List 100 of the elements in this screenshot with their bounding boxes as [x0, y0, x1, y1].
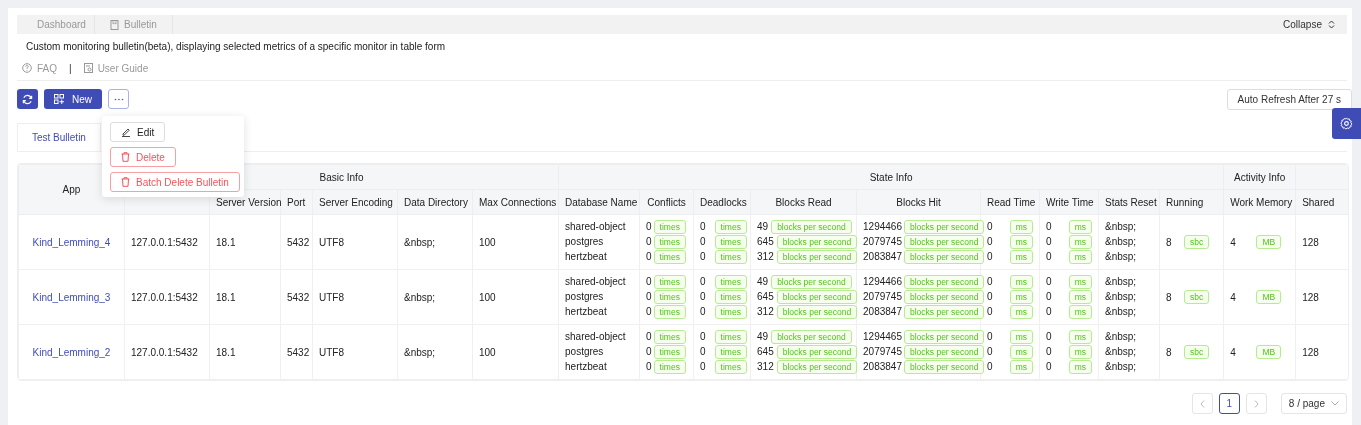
- unit-tag: times: [714, 220, 747, 234]
- table-cell-text: 0: [1046, 360, 1053, 374]
- unit-tag: times: [714, 235, 747, 249]
- unit-tag: blocks per second: [903, 275, 985, 289]
- table-cell: 100: [479, 291, 496, 303]
- table-cell-text: 0: [987, 275, 994, 289]
- table-cell: 18.1: [216, 346, 236, 358]
- unit-tag: blocks per second: [776, 250, 858, 264]
- settings-button[interactable]: [1332, 108, 1361, 139]
- refresh-button[interactable]: [17, 89, 38, 109]
- trash-icon: [121, 152, 130, 162]
- unit-tag: blocks per second: [776, 360, 858, 374]
- unit-tag: times: [714, 275, 747, 289]
- table-cell: 0: [700, 220, 706, 234]
- table-cell-text: &nbsp;: [1105, 220, 1138, 234]
- previous-page-button[interactable]: [1191, 393, 1213, 414]
- unit-tag: blocks per second: [771, 220, 852, 234]
- unit-tag: times: [714, 345, 747, 359]
- unit-tag: times: [653, 235, 686, 249]
- table-cell-text: hertzbeat: [565, 305, 608, 319]
- more-button[interactable]: [108, 89, 129, 109]
- unit-tag: sbc: [1183, 345, 1210, 359]
- table-cell-text: 0: [987, 305, 994, 319]
- table-cell: 4: [1230, 346, 1236, 358]
- unit-tag: ms: [1009, 360, 1033, 374]
- table-cell-text: 0: [1046, 330, 1053, 344]
- unit-tag: ms: [1068, 290, 1092, 304]
- unit-tag: ms: [1009, 345, 1033, 359]
- grid-icon: [54, 94, 64, 104]
- table-cell-text: &nbsp;: [1105, 345, 1138, 359]
- table-cell: 127.0.0.1:5432: [131, 346, 198, 358]
- table-cell-text: postgres: [565, 290, 605, 304]
- table-cell: 18.1: [216, 291, 236, 303]
- page-button[interactable]: 1: [1218, 393, 1240, 414]
- table-cell-text: 0: [987, 250, 994, 264]
- table-cell-text: &nbsp;: [1105, 275, 1138, 289]
- table-cell: 0: [700, 305, 706, 319]
- table-cell-text: shared-object: [565, 275, 627, 289]
- collapse-button[interactable]: Collapse: [1283, 19, 1335, 30]
- table-cell: 2083847: [863, 305, 902, 319]
- page-size-select[interactable]: 8 / page: [1280, 393, 1347, 414]
- unit-tag: blocks per second: [903, 345, 985, 359]
- table-cell-text: shared-object: [565, 220, 627, 234]
- description-text: Custom monitoring bulletin(beta), displaying selected metrics of a specific monitor in table form: [26, 41, 447, 53]
- table-cell: UTF8: [319, 291, 344, 303]
- table-cell: 5432: [287, 346, 310, 358]
- unit-tag: ms: [1009, 330, 1033, 344]
- column-header: Blocks Read: [750, 189, 857, 215]
- chevron-right-icon: [1253, 399, 1259, 408]
- separator-text: |: [69, 62, 72, 74]
- unit-tag: ms: [1068, 345, 1092, 359]
- settings-icon: [1340, 117, 1353, 130]
- table-cell: &nbsp;: [404, 236, 436, 248]
- table-cell-text: hertzbeat: [565, 360, 608, 374]
- unit-tag: times: [714, 250, 747, 264]
- table-cell: UTF8: [319, 236, 344, 248]
- table-cell-text: &nbsp;: [1105, 290, 1138, 304]
- table-cell: UTF8: [319, 346, 344, 358]
- table-cell: 645: [757, 290, 774, 304]
- table-cell: 49: [757, 220, 769, 234]
- column-header: Max Connections: [472, 189, 559, 215]
- table-cell-text: &nbsp;: [1105, 330, 1138, 344]
- unit-tag: blocks per second: [903, 235, 985, 249]
- sort-caret-icon: [1328, 20, 1335, 29]
- next-page-button[interactable]: [1245, 393, 1267, 414]
- unit-tag: blocks per second: [771, 330, 852, 344]
- unit-tag: ms: [1009, 290, 1033, 304]
- unit-tag: times: [653, 345, 686, 359]
- table-cell: &nbsp;: [404, 346, 436, 358]
- unit-tag: blocks per second: [903, 290, 985, 304]
- table-cell-text: 0: [1046, 305, 1053, 319]
- table-cell: 0: [646, 305, 652, 319]
- new-button[interactable]: New: [44, 89, 102, 109]
- unit-tag: blocks per second: [771, 275, 852, 289]
- document-icon: [110, 19, 119, 30]
- app-link[interactable]: Kind_Lemming_4: [32, 236, 111, 248]
- document-icon: [83, 63, 93, 73]
- table-cell-text: 0: [987, 330, 994, 344]
- table-cell: 2083847: [863, 360, 902, 374]
- table-cell: 8: [1166, 291, 1172, 303]
- column-header: Blocks Hit: [856, 189, 981, 215]
- table-cell: 645: [757, 345, 774, 359]
- table-cell: 0: [700, 275, 706, 289]
- bulletin-tab[interactable]: Test Bulletin: [17, 123, 101, 151]
- unit-tag: times: [714, 330, 747, 344]
- unit-tag: blocks per second: [776, 235, 858, 249]
- table-cell: 127.0.0.1:5432: [131, 291, 198, 303]
- more-icon: [113, 97, 124, 101]
- table-cell-text: 0: [1046, 275, 1053, 289]
- table-cell: 0: [646, 250, 652, 264]
- pencil-icon: [121, 127, 131, 137]
- table-cell: 1294466: [863, 275, 902, 289]
- table-cell-text: &nbsp;: [1105, 305, 1138, 319]
- table-cell: 0: [700, 250, 706, 264]
- unit-tag: ms: [1009, 305, 1033, 319]
- app-link[interactable]: Kind_Lemming_2: [32, 346, 111, 358]
- app-link[interactable]: Kind_Lemming_3: [32, 291, 111, 303]
- table-cell-text: 0: [987, 235, 994, 249]
- table-cell: 8: [1166, 236, 1172, 248]
- unit-tag: ms: [1009, 220, 1033, 234]
